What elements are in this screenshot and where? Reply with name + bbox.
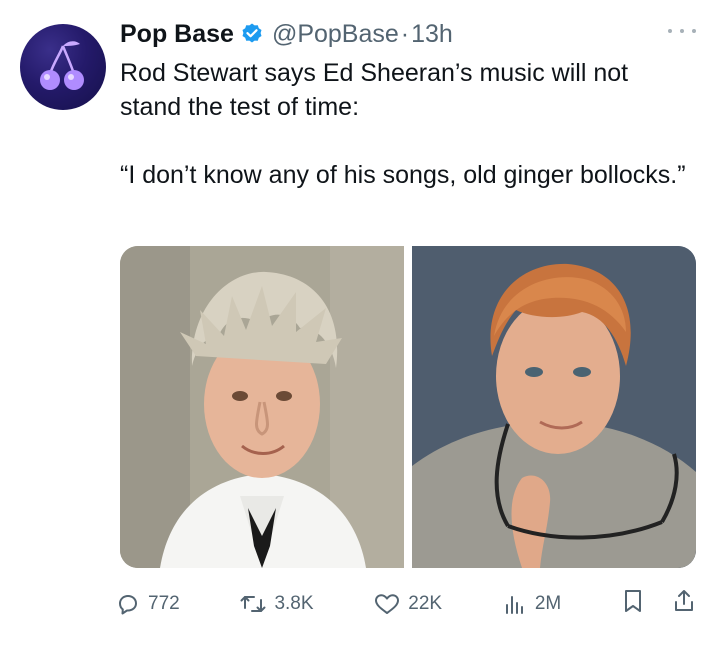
portrait-illustration-right — [412, 246, 696, 568]
action-icons-right — [622, 588, 696, 620]
tweet-actions: 772 3.8K 22K 2M — [116, 586, 696, 622]
reply-count: 772 — [148, 593, 180, 614]
repost-icon — [240, 596, 266, 612]
repost-button[interactable]: 3.8K — [240, 592, 314, 616]
reply-button[interactable]: 772 — [116, 592, 180, 616]
author-name[interactable]: Pop Base — [120, 16, 234, 52]
tweet-text-line: Rod Stewart says Ed Sheeran’s music will… — [120, 59, 629, 121]
like-icon — [375, 594, 400, 614]
repost-count: 3.8K — [274, 593, 314, 614]
portrait-illustration-left — [120, 246, 404, 568]
author-handle[interactable]: @PopBase — [272, 16, 399, 52]
more-dot — [668, 29, 672, 33]
separator-dot: · — [400, 20, 410, 48]
more-dot — [692, 29, 696, 33]
more-icon[interactable] — [668, 26, 696, 36]
reply-icon — [119, 595, 137, 615]
photo-ed-sheeran[interactable] — [412, 246, 696, 568]
views-icon — [505, 596, 523, 614]
cherries-logo-icon — [40, 41, 84, 90]
photo-rod-stewart[interactable] — [120, 246, 404, 568]
verified-badge-icon — [240, 22, 264, 46]
more-dot — [680, 29, 684, 33]
like-count: 22K — [408, 593, 443, 614]
avatar[interactable] — [20, 24, 106, 110]
like-button[interactable]: 22K — [374, 592, 442, 616]
tweet-media[interactable] — [120, 246, 696, 568]
views-button[interactable]: 2M — [503, 592, 561, 616]
tweet-text: Rod Stewart says Ed Sheeran’s music will… — [120, 56, 696, 192]
bookmark-icon[interactable] — [622, 588, 644, 620]
views-count: 2M — [534, 593, 562, 614]
tweet-header: Pop Base @PopBase · 13h — [120, 16, 696, 52]
tweet-quote: “I don’t know any of his songs, old ging… — [120, 161, 686, 189]
share-icon[interactable] — [672, 588, 696, 620]
post-time[interactable]: 13h — [411, 16, 453, 52]
